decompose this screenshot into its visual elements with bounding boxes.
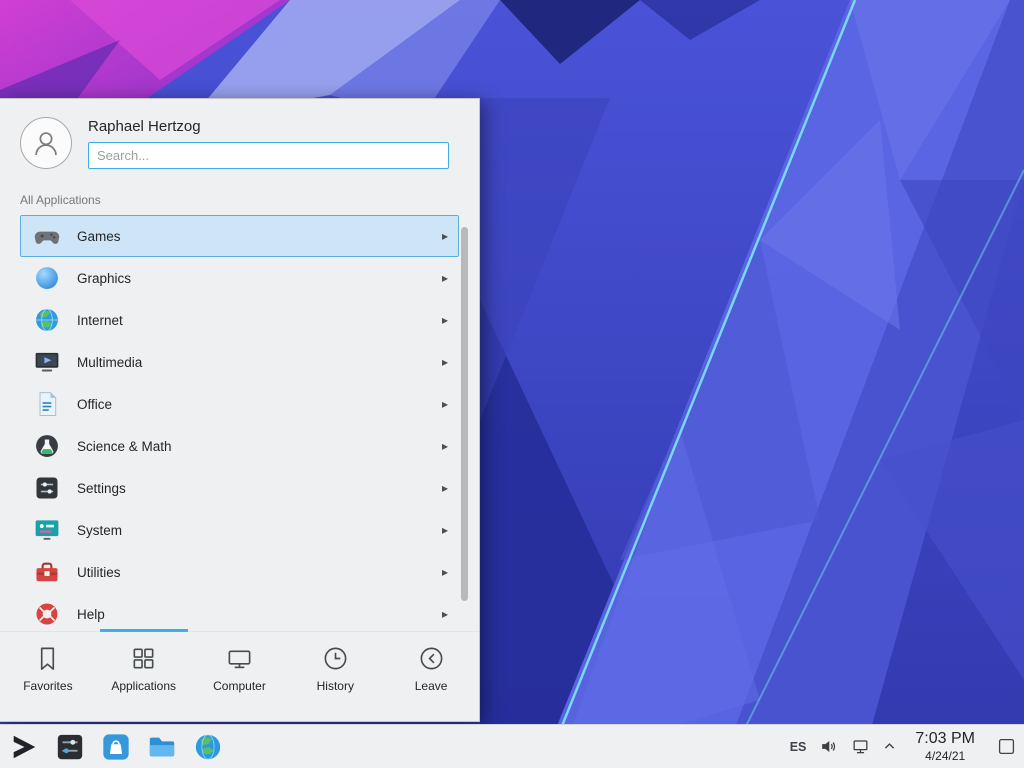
tab-applications[interactable]: Applications: [96, 632, 192, 721]
list-scrollbar[interactable]: [461, 227, 468, 601]
submenu-arrow-icon: ▸: [442, 608, 448, 620]
category-label: Internet: [77, 313, 426, 328]
submenu-arrow-icon: ▸: [442, 566, 448, 578]
computer-icon: [226, 645, 253, 672]
utilities-toolbox-icon: [33, 558, 61, 586]
file-manager-button[interactable]: [146, 731, 178, 763]
settings-sliders-icon: [33, 474, 61, 502]
tab-label: Leave: [415, 679, 448, 693]
help-icon: [33, 600, 61, 628]
submenu-arrow-icon: ▸: [442, 440, 448, 452]
gamepad-icon: [33, 222, 61, 250]
clock-time: 7:03 PM: [915, 730, 975, 749]
application-category-list: Games ▸ Graphics ▸ Internet ▸: [0, 215, 479, 631]
tab-label: Applications: [111, 679, 176, 693]
desktop: Raphael Hertzog All Applications Games ▸…: [0, 0, 1024, 768]
discover-button[interactable]: [100, 731, 132, 763]
graphics-sphere-icon: [33, 264, 61, 292]
office-document-icon: [33, 390, 61, 418]
launcher-header: Raphael Hertzog: [0, 99, 479, 187]
application-launcher-menu: Raphael Hertzog All Applications Games ▸…: [0, 98, 480, 722]
launcher-tab-bar: Favorites Applications Computer: [0, 631, 479, 721]
tab-label: History: [317, 679, 354, 693]
category-label: Games: [77, 229, 426, 244]
section-label: All Applications: [0, 187, 479, 215]
globe-icon: [33, 306, 61, 334]
submenu-arrow-icon: ▸: [442, 482, 448, 494]
search-input[interactable]: [88, 142, 449, 169]
category-label: Graphics: [77, 271, 426, 286]
browser-button[interactable]: [192, 731, 224, 763]
taskbar: ES 7:03 PM 4/24/21: [0, 724, 1024, 768]
browser-globe-icon: [193, 732, 223, 762]
category-row-office[interactable]: Office ▸: [20, 383, 459, 425]
category-row-games[interactable]: Games ▸: [20, 215, 459, 257]
submenu-arrow-icon: ▸: [442, 524, 448, 536]
category-label: Science & Math: [77, 439, 426, 454]
application-launcher-button[interactable]: [8, 731, 40, 763]
expand-tray-icon[interactable]: [883, 740, 896, 753]
clock-date: 4/24/21: [915, 749, 975, 763]
active-tab-indicator: [100, 629, 188, 632]
system-tray: ES 7:03 PM 4/24/21: [790, 730, 1018, 764]
show-desktop-icon: [997, 737, 1016, 756]
leave-icon: [418, 645, 445, 672]
category-label: Utilities: [77, 565, 426, 580]
tab-favorites[interactable]: Favorites: [0, 632, 96, 721]
category-row-internet[interactable]: Internet ▸: [20, 299, 459, 341]
file-manager-folder-icon: [147, 732, 177, 762]
grid-icon: [130, 645, 157, 672]
user-name: Raphael Hertzog: [88, 118, 449, 135]
category-row-system[interactable]: System ▸: [20, 509, 459, 551]
keyboard-layout-indicator[interactable]: ES: [790, 740, 807, 754]
network-icon[interactable]: [851, 737, 870, 756]
category-row-utilities[interactable]: Utilities ▸: [20, 551, 459, 593]
settings-app-button[interactable]: [54, 731, 86, 763]
tab-label: Favorites: [23, 679, 72, 693]
discover-icon: [101, 732, 131, 762]
science-flask-icon: [33, 432, 61, 460]
category-label: Multimedia: [77, 355, 426, 370]
submenu-arrow-icon: ▸: [442, 314, 448, 326]
submenu-arrow-icon: ▸: [442, 230, 448, 242]
category-label: System: [77, 523, 426, 538]
bookmark-icon: [34, 645, 61, 672]
submenu-arrow-icon: ▸: [442, 356, 448, 368]
category-row-settings[interactable]: Settings ▸: [20, 467, 459, 509]
user-avatar[interactable]: [20, 117, 72, 169]
tab-leave[interactable]: Leave: [383, 632, 479, 721]
category-row-help[interactable]: Help ▸: [20, 593, 459, 631]
user-icon: [29, 126, 63, 160]
clock[interactable]: 7:03 PM 4/24/21: [915, 730, 975, 763]
settings-sliders-icon: [55, 732, 85, 762]
category-row-multimedia[interactable]: Multimedia ▸: [20, 341, 459, 383]
category-row-science-math[interactable]: Science & Math ▸: [20, 425, 459, 467]
show-desktop-button[interactable]: [994, 730, 1018, 764]
application-launcher-icon: [9, 732, 39, 762]
volume-icon[interactable]: [819, 737, 838, 756]
system-monitor-icon: [33, 516, 61, 544]
submenu-arrow-icon: ▸: [442, 272, 448, 284]
submenu-arrow-icon: ▸: [442, 398, 448, 410]
category-row-graphics[interactable]: Graphics ▸: [20, 257, 459, 299]
category-label: Office: [77, 397, 426, 412]
tab-computer[interactable]: Computer: [192, 632, 288, 721]
clock-icon: [322, 645, 349, 672]
tab-history[interactable]: History: [287, 632, 383, 721]
multimedia-monitor-icon: [33, 348, 61, 376]
category-label: Settings: [77, 481, 426, 496]
tab-label: Computer: [213, 679, 266, 693]
category-label: Help: [77, 607, 426, 622]
